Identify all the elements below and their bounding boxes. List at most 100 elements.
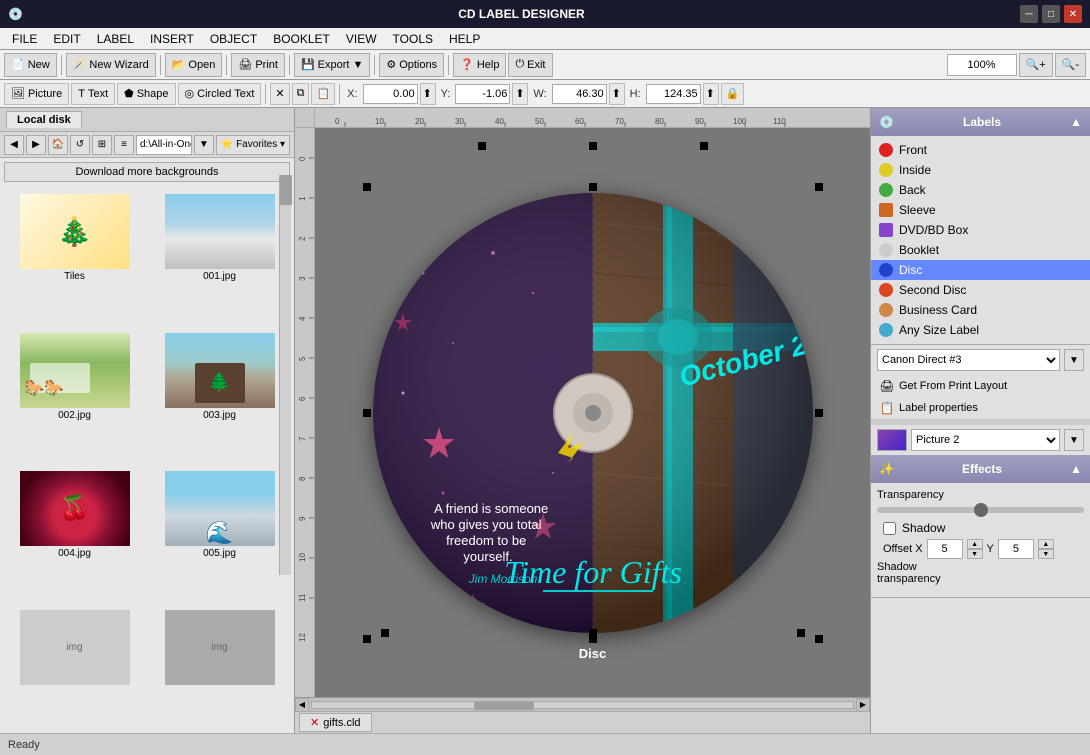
circled-text-tool[interactable]: ◎ Circled Text (178, 83, 262, 105)
grid-view-button[interactable]: ⊞ (92, 135, 112, 155)
menu-file[interactable]: FILE (4, 30, 45, 48)
options-button[interactable]: ⚙ Options (379, 53, 444, 77)
left-scrollbar[interactable] (279, 175, 291, 575)
disc-image[interactable]: October 23 A friend is someone who gives… (373, 193, 813, 633)
transparency-thumb[interactable] (974, 503, 988, 517)
maximize-button[interactable]: □ (1042, 5, 1060, 23)
menu-insert[interactable]: INSERT (142, 30, 202, 48)
menu-edit[interactable]: EDIT (45, 30, 88, 48)
menu-booklet[interactable]: BOOKLET (265, 30, 338, 48)
forward-button[interactable]: ▶ (26, 135, 46, 155)
label-properties-row[interactable]: 📋 Label properties (871, 397, 1090, 419)
zoom-in-button[interactable]: 🔍+ (1019, 53, 1053, 77)
horizontal-scrollbar[interactable]: ◀ ▶ (295, 697, 870, 711)
printer-dropdown-btn[interactable]: ▼ (1064, 349, 1084, 371)
picture-select[interactable]: Picture 2 (911, 429, 1060, 451)
shape-tool[interactable]: ⬟ Shape (117, 83, 175, 105)
label-back[interactable]: Back (871, 180, 1090, 200)
transparency-slider[interactable] (877, 507, 1084, 513)
local-disk-tab[interactable]: Local disk (6, 111, 82, 128)
label-second-disc[interactable]: Second Disc (871, 280, 1090, 300)
effects-collapse[interactable]: ▲ (1070, 462, 1082, 476)
thumb-extra1[interactable]: img (4, 606, 145, 730)
help-button[interactable]: ❓ Help (453, 53, 506, 77)
shadow-checkbox[interactable] (883, 522, 896, 535)
copy-tool[interactable]: ⧉ (292, 83, 310, 105)
offset-x-input[interactable] (927, 539, 963, 559)
offset-y-down[interactable]: ▼ (1038, 549, 1054, 559)
list-view-button[interactable]: ≡ (114, 135, 134, 155)
thumb-001[interactable]: 001.jpg (149, 190, 290, 325)
labels-collapse[interactable]: ▲ (1070, 115, 1082, 129)
delete-tool[interactable]: ✕ (270, 83, 289, 105)
home-button[interactable]: 🏠 (48, 135, 68, 155)
offset-x-down[interactable]: ▼ (967, 549, 983, 559)
menu-tools[interactable]: TOOLS (385, 30, 441, 48)
x-spin[interactable]: ⬆ (420, 83, 436, 105)
file-tab[interactable]: ✕ gifts.cld (299, 713, 372, 732)
download-backgrounds-button[interactable]: Download more backgrounds (4, 162, 290, 182)
lock-btn[interactable]: 🔒 (721, 83, 745, 105)
exit-button[interactable]: ⏻ Exit (508, 53, 552, 77)
label-business-card[interactable]: Business Card (871, 300, 1090, 320)
label-inside[interactable]: Inside (871, 160, 1090, 180)
w-input[interactable] (552, 84, 607, 104)
zoom-out-button[interactable]: 🔍- (1055, 53, 1086, 77)
reload-button[interactable]: ↺ (70, 135, 90, 155)
menu-object[interactable]: OBJECT (202, 30, 265, 48)
thumb-extra2[interactable]: img (149, 606, 290, 730)
picture-tool[interactable]: 🖼 Picture (4, 83, 69, 105)
w-spin[interactable]: ⬆ (609, 83, 625, 105)
scroll-left-arrow[interactable]: ◀ (295, 698, 309, 712)
label-disc[interactable]: Disc (871, 260, 1090, 280)
label-front[interactable]: Front (871, 140, 1090, 160)
scroll-thumb[interactable] (474, 702, 534, 710)
close-tab-icon[interactable]: ✕ (310, 716, 319, 729)
offset-x-up[interactable]: ▲ (967, 539, 983, 549)
h-input[interactable] (646, 84, 701, 104)
svg-text:20: 20 (415, 117, 424, 126)
get-print-layout-row[interactable]: 🖨 Get From Print Layout (871, 375, 1090, 397)
thumb-004[interactable]: 🍒 004.jpg (4, 467, 145, 602)
menu-help[interactable]: HELP (441, 30, 488, 48)
y-coord-input[interactable] (455, 84, 510, 104)
label-sleeve[interactable]: Sleeve (871, 200, 1090, 220)
menu-label[interactable]: LABEL (89, 30, 142, 48)
favorites-button[interactable]: ⭐ Favorites ▾ (216, 135, 290, 155)
menu-view[interactable]: VIEW (338, 30, 385, 48)
main-canvas[interactable]: October 23 A friend is someone who gives… (315, 128, 870, 697)
new-wizard-button[interactable]: 🪄 New Wizard (66, 53, 156, 77)
label-any-size[interactable]: Any Size Label (871, 320, 1090, 340)
paste-tool[interactable]: 📋 (311, 83, 335, 105)
scroll-track[interactable] (311, 701, 854, 709)
minimize-button[interactable]: ─ (1020, 5, 1038, 23)
open-button[interactable]: 📂 Open (165, 53, 223, 77)
close-button[interactable]: ✕ (1064, 5, 1082, 23)
title-bar-controls: ─ □ ✕ (1020, 5, 1082, 23)
offset-y-input[interactable] (998, 539, 1034, 559)
app-icon: 💿 (8, 7, 23, 21)
scroll-right-arrow[interactable]: ▶ (856, 698, 870, 712)
y-spin[interactable]: ⬆ (512, 83, 528, 105)
thumb-tiles[interactable]: 🎄 Tiles (4, 190, 145, 325)
label-booklet[interactable]: Booklet (871, 240, 1090, 260)
export-button[interactable]: 💾 Export ▼ (294, 53, 370, 77)
thumb-003[interactable]: 🌲 003.jpg (149, 329, 290, 464)
new-button[interactable]: 📄 New (4, 53, 57, 77)
business-label: Business Card (899, 303, 977, 317)
label-dvd[interactable]: DVD/BD Box (871, 220, 1090, 240)
x-coord-input[interactable] (363, 84, 418, 104)
back-button[interactable]: ◀ (4, 135, 24, 155)
printer-select[interactable]: Canon Direct #3 (877, 349, 1060, 371)
menu-bar: FILE EDIT LABEL INSERT OBJECT BOOKLET VI… (0, 28, 1090, 50)
h-spin[interactable]: ⬆ (703, 83, 719, 105)
disc-label: Disc (579, 646, 606, 661)
print-button[interactable]: 🖨 Print (231, 53, 285, 77)
thumb-002[interactable]: 🐎🐎 002.jpg (4, 329, 145, 464)
text-tool[interactable]: T Text (71, 83, 115, 105)
offset-y-up[interactable]: ▲ (1038, 539, 1054, 549)
path-dropdown-button[interactable]: ▼ (194, 135, 214, 155)
left-scroll-thumb[interactable] (280, 175, 292, 205)
picture-dropdown-btn[interactable]: ▼ (1064, 429, 1084, 451)
thumb-005[interactable]: 🌊 005.jpg (149, 467, 290, 602)
